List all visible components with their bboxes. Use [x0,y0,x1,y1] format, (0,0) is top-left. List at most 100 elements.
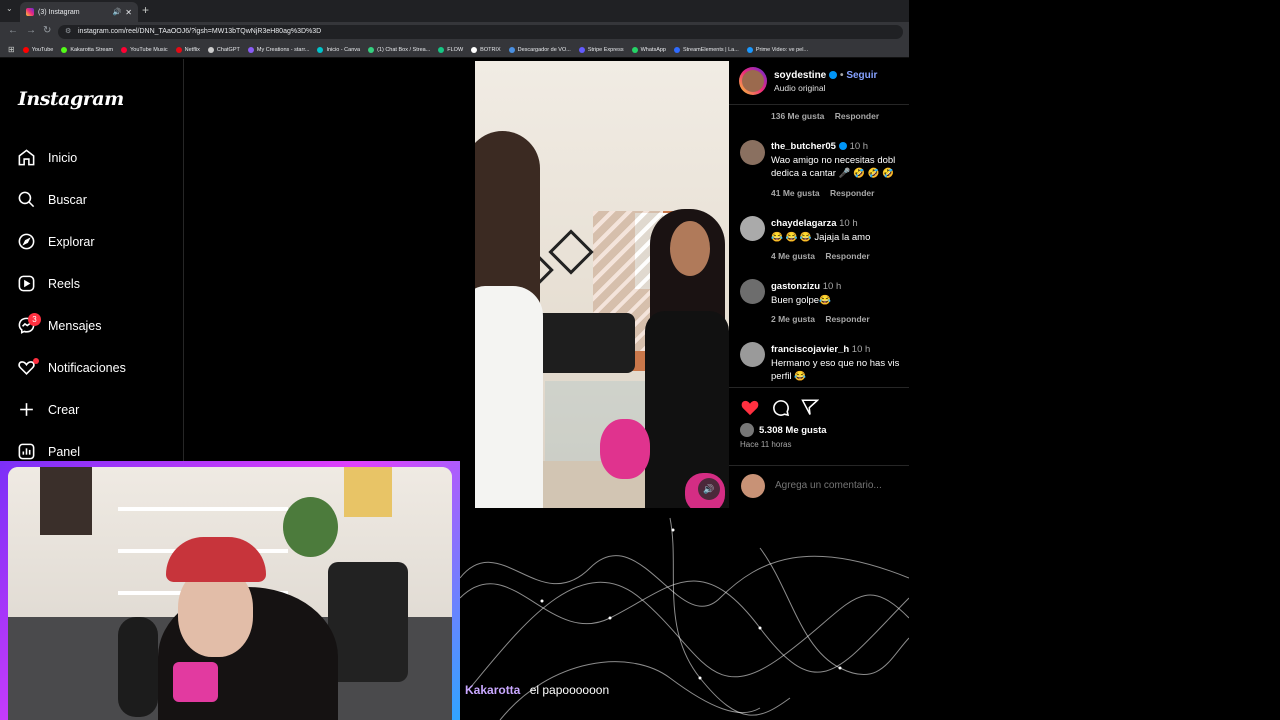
nav-panel[interactable]: Panel [17,442,80,461]
bookmark-item[interactable]: FLOW [438,46,463,53]
site-info-icon[interactable]: ⚙ [65,25,71,39]
nav-reels[interactable]: Reels [17,274,80,293]
comment-username[interactable]: chaydelagarza [771,218,836,229]
commenter-avatar[interactable] [740,279,765,304]
comment-header: gastonzizu 10 h [771,281,841,292]
url-text: instagram.com/reel/DNN_TAaOOJ6/?igsh=MW1… [78,28,322,35]
comment-username[interactable]: gastonzizu [771,281,820,292]
bookmark-label: Netflix [184,46,200,53]
bookmark-favicon-icon [508,46,515,53]
bookmark-label: My Creations - starr... [256,46,310,53]
browser-tab[interactable]: (3) Instagram 🔊 ✕ [20,2,138,22]
bookmark-favicon-icon [207,46,214,53]
reload-icon[interactable]: ↻ [43,25,51,36]
bookmarks-bar: ⊞ YouTube Kakarotta Stream YouTube Music Ne… [0,42,909,58]
reply-button[interactable]: Responder [835,111,879,121]
bookmark-favicon-icon [673,46,680,53]
comment-likes[interactable]: 136 Me gusta [771,111,824,121]
bookmark-label: ChatGPT [216,46,240,53]
bookmark-item[interactable]: YouTube Music [121,46,168,53]
bookmark-item[interactable]: WhatsApp [631,46,666,53]
reel-video[interactable] [475,61,729,508]
commenter-avatar[interactable] [740,216,765,241]
back-icon[interactable]: ← [8,25,18,36]
apps-icon[interactable]: ⊞ [8,45,15,54]
verified-icon [829,71,838,80]
nav-crear[interactable]: Crear [17,400,79,419]
comment-text-line: 😂 😂 😂 Jajaja la amo [771,232,871,243]
bookmark-item[interactable]: My Creations - starr... [247,46,310,53]
like-heart-icon[interactable] [740,398,760,416]
bookmark-item[interactable]: Prime Video: ve pel... [746,46,808,53]
verified-icon [838,142,847,151]
comment-meta: 2 Me gusta Responder [771,314,870,324]
instagram-logo[interactable]: Instagram [18,88,124,110]
tab-search-icon[interactable]: ⌄ [6,4,13,13]
nav-inicio[interactable]: Inicio [17,148,77,167]
home-icon [18,149,35,166]
comment-header: the_butcher05 10 h [771,141,868,152]
speaker-icon[interactable]: 🔊 [113,8,122,16]
audio-link[interactable]: Audio original [774,83,826,93]
bookmark-item[interactable]: YouTube [22,46,54,53]
compass-icon [18,233,35,250]
bookmark-label: Inicio - Canva [326,46,361,53]
bookmark-favicon-icon [121,46,128,53]
reply-button[interactable]: Responder [830,188,874,198]
likes-count[interactable]: 5.308 Me gusta [759,425,827,436]
search-icon [18,191,35,208]
comment-time: 10 h [851,344,871,355]
nav-buscar[interactable]: Buscar [17,190,87,209]
follow-button[interactable]: Seguir [846,70,877,81]
author-username[interactable]: soydestine [774,70,826,81]
commenter-avatar[interactable] [740,342,765,367]
bookmark-label: YouTube [31,46,54,53]
reply-button[interactable]: Responder [825,251,869,261]
bookmark-label: (1) Chat Box / Strea... [377,46,431,53]
bookmark-item[interactable]: ChatGPT [207,46,240,53]
address-bar[interactable]: ⚙ instagram.com/reel/DNN_TAaOOJ6/?igsh=M… [58,25,903,39]
comment-username[interactable]: franciscojavier_h [771,344,849,355]
nav-label: Inicio [48,150,78,165]
comment-likes[interactable]: 2 Me gusta [771,314,815,324]
share-icon[interactable] [801,398,819,416]
bookmark-item[interactable]: BOTRIX [471,46,501,53]
comment-likes[interactable]: 4 Me gusta [771,251,815,261]
bookmark-favicon-icon [746,46,753,53]
nav-label: Buscar [48,192,87,207]
reels-icon [18,275,35,292]
comment-likes[interactable]: 41 Me gusta [771,188,820,198]
divider [729,387,909,388]
nav-label: Notificaciones [48,360,126,375]
volume-icon[interactable]: 🔊 [698,478,720,500]
comment-username[interactable]: the_butcher05 [771,141,836,152]
divider [729,465,909,466]
bookmark-item[interactable]: Inicio - Canva [317,46,361,53]
comment-meta: 136 Me gusta Responder [771,111,879,121]
comment-icon[interactable] [771,398,790,417]
new-tab-button[interactable]: + [142,3,149,17]
comment-meta: 41 Me gusta Responder [771,188,874,198]
bookmark-item[interactable]: (1) Chat Box / Strea... [368,46,431,53]
comment-text-line: Hermano y eso que no has vis [771,358,900,369]
chart-icon [18,443,35,460]
bookmark-item[interactable]: Netflix [175,46,200,53]
reply-button[interactable]: Responder [825,314,869,324]
nav-explorar[interactable]: Explorar [17,232,95,251]
forward-icon[interactable]: → [26,25,36,36]
bookmark-item[interactable]: StreamElements | La... [673,46,739,53]
chat-text: el papoooooon [529,683,610,697]
comment-text-line: Wao amigo no necesitas dobl [771,155,896,166]
comment-input[interactable] [775,480,905,491]
post-time: Hace 11 horas [740,440,792,449]
close-tab-icon[interactable]: ✕ [125,8,132,17]
commenter-avatar[interactable] [740,140,765,165]
bookmark-item[interactable]: Kakarotta Stream [61,46,113,53]
author-line: soydestine • Seguir [774,70,878,81]
bookmark-favicon-icon [438,46,445,53]
tab-title: (3) Instagram [38,8,80,16]
bookmark-item[interactable]: Stripe Express [578,46,624,53]
bookmark-item[interactable]: Descargador de VO... [508,46,571,53]
comment-time: 10 h [849,141,869,152]
comment-header: franciscojavier_h 10 h [771,344,870,355]
